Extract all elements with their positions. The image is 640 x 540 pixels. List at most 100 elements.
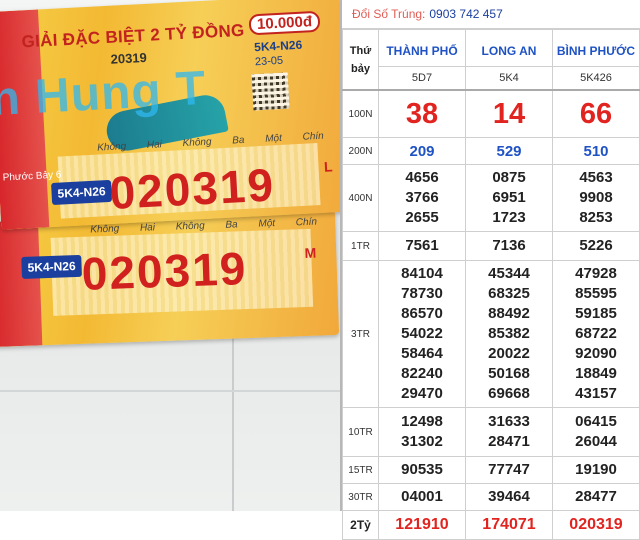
lottery-ticket-top: GIẢI ĐẶC BIỆT 2 TỶ ĐỒNG 10.000đ 20319 5K… [0,0,340,230]
prize-row: 1TR 7561 7136 5226 [342,231,640,261]
province-code-row: 5D7 5K4 5K426 [343,66,640,91]
prize-cell: 12498 31302 [378,407,466,457]
winning-number: 45344 [488,265,530,282]
prize-cell: 14 [465,89,553,138]
prize-cell: 121910 [378,510,466,540]
province-code: 5K426 [552,66,640,91]
winning-number: 209 [409,142,435,160]
winning-number: 90535 [401,461,443,478]
prize-row: 15TR 90535 77747 19190 [342,456,640,484]
prize-label: 15TR [342,456,379,484]
winning-number: 31633 [488,413,530,430]
winning-number: 2655 [405,209,439,226]
winning-number: 47928 [575,265,617,282]
winning-number: 28471 [488,433,530,450]
winning-number: 174071 [482,516,536,533]
winning-number: 77747 [488,461,530,478]
prize-cell: 28477 [552,483,640,511]
winning-number: 43157 [575,385,617,402]
province-name: LONG AN [465,29,553,67]
winning-number: 38 [405,98,439,130]
winning-number: 85382 [488,325,530,342]
winning-number: 4656 [405,169,439,186]
prize-cell: 4563 9908 8253 [552,164,640,232]
winning-number: 510 [583,142,609,160]
ticket-red-strip [0,220,43,347]
prize-cell: 47928 85595 59185 68722 92090 18849 43157 [552,260,640,408]
ticket-prize-header: GIẢI ĐẶC BIỆT 2 TỶ ĐỒNG [21,20,246,52]
prize-row: 2Tỷ 121910 174071 020319 [342,510,640,540]
winning-number: 7561 [405,237,439,254]
prize-cell: 77747 [465,456,553,484]
prize-row: 400N 4656 3766 2655 0875 6951 1723 4563 9908 8253 [342,164,640,232]
winning-number: 3766 [405,189,439,206]
prize-cell: 38 [378,89,466,138]
winning-number: 68325 [488,285,530,302]
lottery-ticket-bottom: Không Hai Không Ba Một Chín 5K4-N26 0203… [0,209,340,347]
winning-number: 88492 [488,305,530,322]
ticket-number: 020319 [108,158,277,219]
winning-number: 39464 [488,488,530,505]
winning-number: 66 [579,98,613,130]
prize-row: 10TR 12498 31302 31633 28471 06415 26044 [342,407,640,457]
prize-cell: 84104 78730 86570 54022 58464 82240 29470 [378,260,466,408]
prize-cell: 31633 28471 [465,407,553,457]
winning-number: 58464 [401,345,443,362]
exchange-banner: Đổi Số Trúng: 0903 742 457 [342,0,640,29]
prize-row: 200N 209 529 510 [342,137,640,165]
winning-number: 92090 [575,345,617,362]
winning-number: 0875 [492,169,526,186]
winning-number: 18849 [575,365,617,382]
winning-number: 29470 [401,385,443,402]
prize-cell: 06415 26044 [552,407,640,457]
province-name: BÌNH PHƯỚC [552,29,640,67]
floor-tile-line [0,390,340,392]
lottery-results-panel: Đổi Số Trúng: 0903 742 457 Thứ bảy THÀNH… [340,0,640,540]
ticket-suffix: L [323,158,333,175]
winning-number: 26044 [575,433,617,450]
prize-label: 400N [342,164,379,232]
prize-cell: 510 [552,137,640,165]
exchange-label: Đổi Số Trúng: [352,7,426,21]
prize-cell: 209 [378,137,466,165]
prize-cell: 7136 [465,231,553,261]
winning-number: 6951 [492,189,526,206]
province-code: 5D7 [378,66,466,91]
ticket-suffix: M [304,244,317,262]
prize-cell: 19190 [552,456,640,484]
exchange-phone[interactable]: 0903 742 457 [429,7,502,21]
ticket-price: 10.000đ [248,10,321,36]
prize-label: 100N [342,89,379,138]
prize-row: 3TR 84104 78730 86570 54022 58464 82240 29470 45… [342,260,640,408]
winning-number: 8253 [579,209,613,226]
winning-number: 31302 [401,433,443,450]
prize-label: 10TR [342,407,379,457]
prize-cell: 5226 [552,231,640,261]
prize-cell: 39464 [465,483,553,511]
prize-row: 30TR 04001 39464 28477 [342,483,640,511]
winning-number: 529 [496,142,522,160]
prize-label: 30TR [342,483,379,511]
prize-label: 2Tỷ [342,510,379,540]
prize-label: 200N [342,137,379,165]
winning-number: 1723 [492,209,526,226]
winning-number: 5226 [579,237,613,254]
winning-number: 9908 [579,189,613,206]
ticket-date: 23-05 [254,54,284,69]
prize-cell: 4656 3766 2655 [378,164,466,232]
prize-row: 100N 38 14 66 [342,89,640,138]
winning-number: 06415 [575,413,617,430]
winning-number: 54022 [401,325,443,342]
ticket-number: 020319 [80,242,249,300]
prize-cell: 020319 [552,510,640,540]
winning-number: 82240 [401,365,443,382]
prize-cell: 45344 68325 88492 85382 20022 50168 69668 [465,260,553,408]
winning-number: 68722 [575,325,617,342]
winning-number: 69668 [488,385,530,402]
winning-number: 85595 [575,285,617,302]
prize-label: 1TR [342,231,379,261]
prize-label: 3TR [342,260,379,408]
prize-cell: 174071 [465,510,553,540]
winning-number: 20022 [488,345,530,362]
province-code: 5K4 [465,66,553,91]
